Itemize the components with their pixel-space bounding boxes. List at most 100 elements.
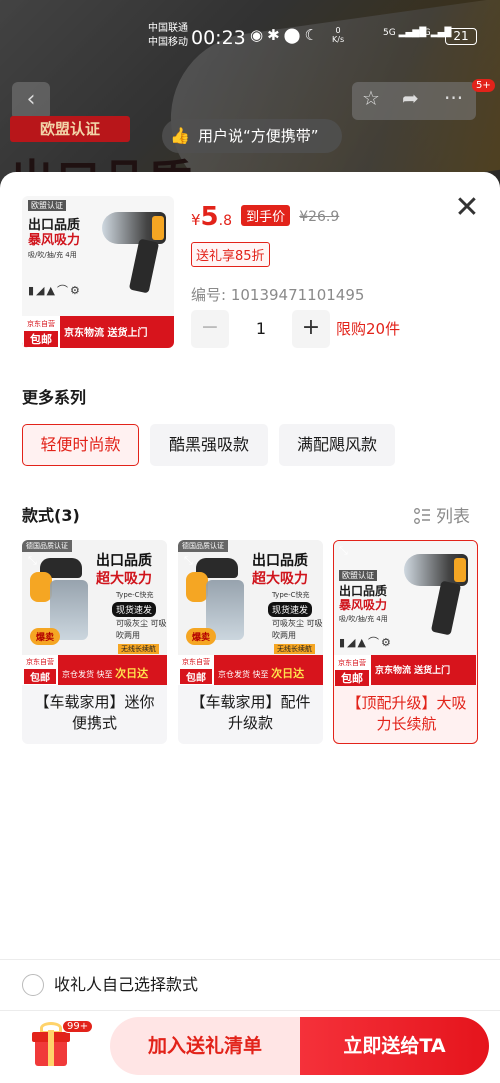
style2-h1: 出口品质: [252, 553, 308, 569]
send-now-button[interactable]: 立即送给TA: [300, 1017, 489, 1075]
radio-button[interactable]: [22, 974, 44, 996]
purchase-limit: 限购20件: [336, 320, 401, 338]
net-4g-label: 4G: [418, 28, 431, 38]
accessories-graphic: ▮◢▲⌒⚙: [339, 636, 393, 649]
divider: [0, 1010, 500, 1011]
style-image-1: 德国品质认证 ⤡ 出口品质 超大吸力 Type-C快充 现货速发 爆卖 可吸灰尘…: [22, 540, 167, 685]
style2-ship-hl: 次日达: [271, 667, 305, 680]
price-currency: ¥: [191, 211, 201, 229]
close-button[interactable]: ✕: [454, 193, 480, 223]
close-icon: ✕: [454, 190, 480, 225]
image-slogan: 京东物流 送货上门: [64, 328, 148, 339]
add-to-gift-list-button[interactable]: 加入送礼清单: [110, 1017, 300, 1075]
recipient-choose-option[interactable]: 收礼人自己选择款式: [22, 972, 198, 998]
style1-wireless: 无线长续航: [118, 644, 159, 654]
expand-icon[interactable]: ⤡: [339, 544, 357, 562]
style-option-3[interactable]: 欧盟认证 ⤡ 出口品质 暴风吸力 吸/吹/抽/充 4用 ▮◢▲⌒⚙ 京东自营 包…: [333, 540, 478, 744]
spec-select-sheet: 欧盟认证 出口品质 暴风吸力 吸/吹/抽/充 4用 ▮◢▲⌒⚙ 京东自营 包邮 …: [0, 172, 500, 1083]
style1-ship-hl: 次日达: [115, 667, 149, 680]
eye-icon: ◉: [250, 26, 268, 44]
carrier-1: 中国联通: [148, 23, 188, 34]
product-code: 编号: 10139471101495: [191, 286, 365, 304]
style3-sub: 吸/吹/抽/充 4用: [339, 615, 388, 623]
brand-bottom: 包邮: [24, 331, 58, 347]
style1-ship: 京仓发货 快至 次日达: [62, 665, 148, 681]
image-line1: 出口品质: [28, 218, 81, 233]
style1-brand-bottom: 包邮: [24, 669, 56, 684]
speed-unit: K/s: [332, 35, 345, 44]
price-decimal: .8: [218, 213, 232, 229]
image-line2: 暴风吸力: [28, 233, 81, 248]
thumbs-up-icon: 👍: [170, 126, 190, 145]
style3-tag: 欧盟认证: [339, 570, 377, 581]
nav-actions: ☆ ➦ ···: [352, 82, 476, 120]
style-option-2[interactable]: 德国品质认证 ⤡ 出口品质 超大吸力 Type-C快充 现货速发 爆卖 可吸灰尘…: [178, 540, 323, 744]
price-integer: 5: [200, 202, 219, 232]
quantity-value[interactable]: 1: [240, 310, 282, 348]
back-button[interactable]: ‹: [12, 82, 50, 120]
image-bottom-bar: 京东自营 包邮 京东物流 送货上门: [22, 316, 174, 348]
share-icon[interactable]: ➦: [402, 86, 419, 110]
style2-wireless: 无线长续航: [274, 644, 315, 654]
style2-ship: 京仓发货 快至 次日达: [218, 665, 304, 681]
style-label-1: 【车载家用】迷你便携式: [34, 693, 155, 732]
cert-tag: 欧盟认证: [10, 116, 130, 142]
style2-ship-text: 京仓发货 快至: [218, 670, 269, 679]
star-icon[interactable]: ☆: [362, 86, 380, 110]
recipient-choose-label: 收礼人自己选择款式: [54, 975, 199, 994]
brand-top: 京东自营: [27, 320, 55, 328]
quantity-decrease-button[interactable]: −: [191, 310, 229, 348]
style1-brand-top: 京东自营: [26, 658, 54, 666]
message-badge: 5+: [472, 79, 495, 92]
style-option-1[interactable]: 德国品质认证 ⤡ 出口品质 超大吸力 Type-C快充 现货速发 爆卖 可吸灰尘…: [22, 540, 167, 744]
battery-icon: 21: [445, 28, 477, 45]
price-row: ¥5.8 到手价 ¥26.9: [191, 202, 339, 236]
style1-ship-text: 京仓发货 快至: [62, 670, 113, 679]
speed-value: 0: [335, 26, 341, 35]
quantity-increase-button[interactable]: +: [292, 310, 330, 348]
net-5g-label: 5G: [383, 28, 396, 38]
series-option-3[interactable]: 满配飓风款: [279, 424, 395, 466]
expand-icon[interactable]: ⤡: [28, 554, 46, 572]
gift-discount-tag: 送礼享85折: [191, 242, 270, 267]
jd-self-operated-logo: 京东自营 包邮: [22, 316, 60, 348]
style1-h1: 出口品质: [96, 553, 152, 569]
style1-tc: Type-C快充: [116, 591, 154, 599]
carrier-labels: 中国联通 中国移动: [148, 22, 188, 50]
styles-title: 款式(3): [22, 506, 80, 525]
style1-tag: 德国品质认证: [22, 540, 72, 552]
minus-icon: −: [200, 315, 220, 340]
list-view-toggle[interactable]: 列表: [414, 502, 470, 527]
product-thumbnail[interactable]: 欧盟认证 出口品质 暴风吸力 吸/吹/抽/充 4用 ▮◢▲⌒⚙ 京东自营 包邮 …: [22, 196, 174, 348]
review-pill: 👍 用户说“方便携带”: [162, 119, 342, 153]
style1-lines: 可吸灰尘 可吸吹两用: [116, 619, 167, 640]
series-option-2[interactable]: 酷黑强吸款: [150, 424, 268, 466]
original-price: ¥26.9: [299, 209, 340, 225]
status-bar: 中国联通 中国移动 00:23 ◉✱⬤☾ 0 K/s 5G ▂▄▆█ 4G▂▄█…: [0, 0, 500, 72]
product-image: 欧盟认证 出口品质 暴风吸力 吸/吹/抽/充 4用 ▮◢▲⌒⚙ 京东自营 包邮 …: [22, 196, 174, 348]
style2-spot: 现货速发: [268, 602, 313, 617]
jd-self-operated-logo: 京东自营 包邮: [178, 655, 214, 685]
status-icons: ◉✱⬤☾: [250, 26, 322, 44]
style3-line2: 暴风吸力: [339, 598, 388, 612]
series-title: 更多系列: [22, 388, 87, 407]
style1-h2: 超大吸力: [96, 571, 152, 587]
style-label-2: 【车载家用】配件升级款: [190, 693, 311, 732]
moon-icon: ☾: [304, 26, 322, 44]
style2-lines: 可吸灰尘 可吸吹两用: [272, 619, 323, 640]
vacuum-device-graphic: [102, 206, 168, 296]
style2-brand-bottom: 包邮: [180, 669, 212, 684]
expand-icon[interactable]: ⤡: [184, 554, 202, 572]
gift-count-badge: 99+: [62, 1020, 94, 1033]
bluetooth-icon: ✱: [267, 26, 284, 44]
style2-h2: 超大吸力: [252, 571, 308, 587]
vacuum-device-graphic: [404, 548, 470, 638]
series-option-1[interactable]: 轻便时尚款: [22, 424, 139, 466]
hand-price-tag: 到手价: [241, 205, 291, 226]
network-speed: 0 K/s: [332, 26, 344, 44]
more-icon[interactable]: ···: [444, 86, 463, 110]
clock: 00:23: [191, 27, 246, 49]
image-tag: 欧盟认证: [28, 200, 66, 211]
style3-brand-bottom: 包邮: [335, 670, 369, 686]
style2-brand-top: 京东自营: [182, 658, 210, 666]
